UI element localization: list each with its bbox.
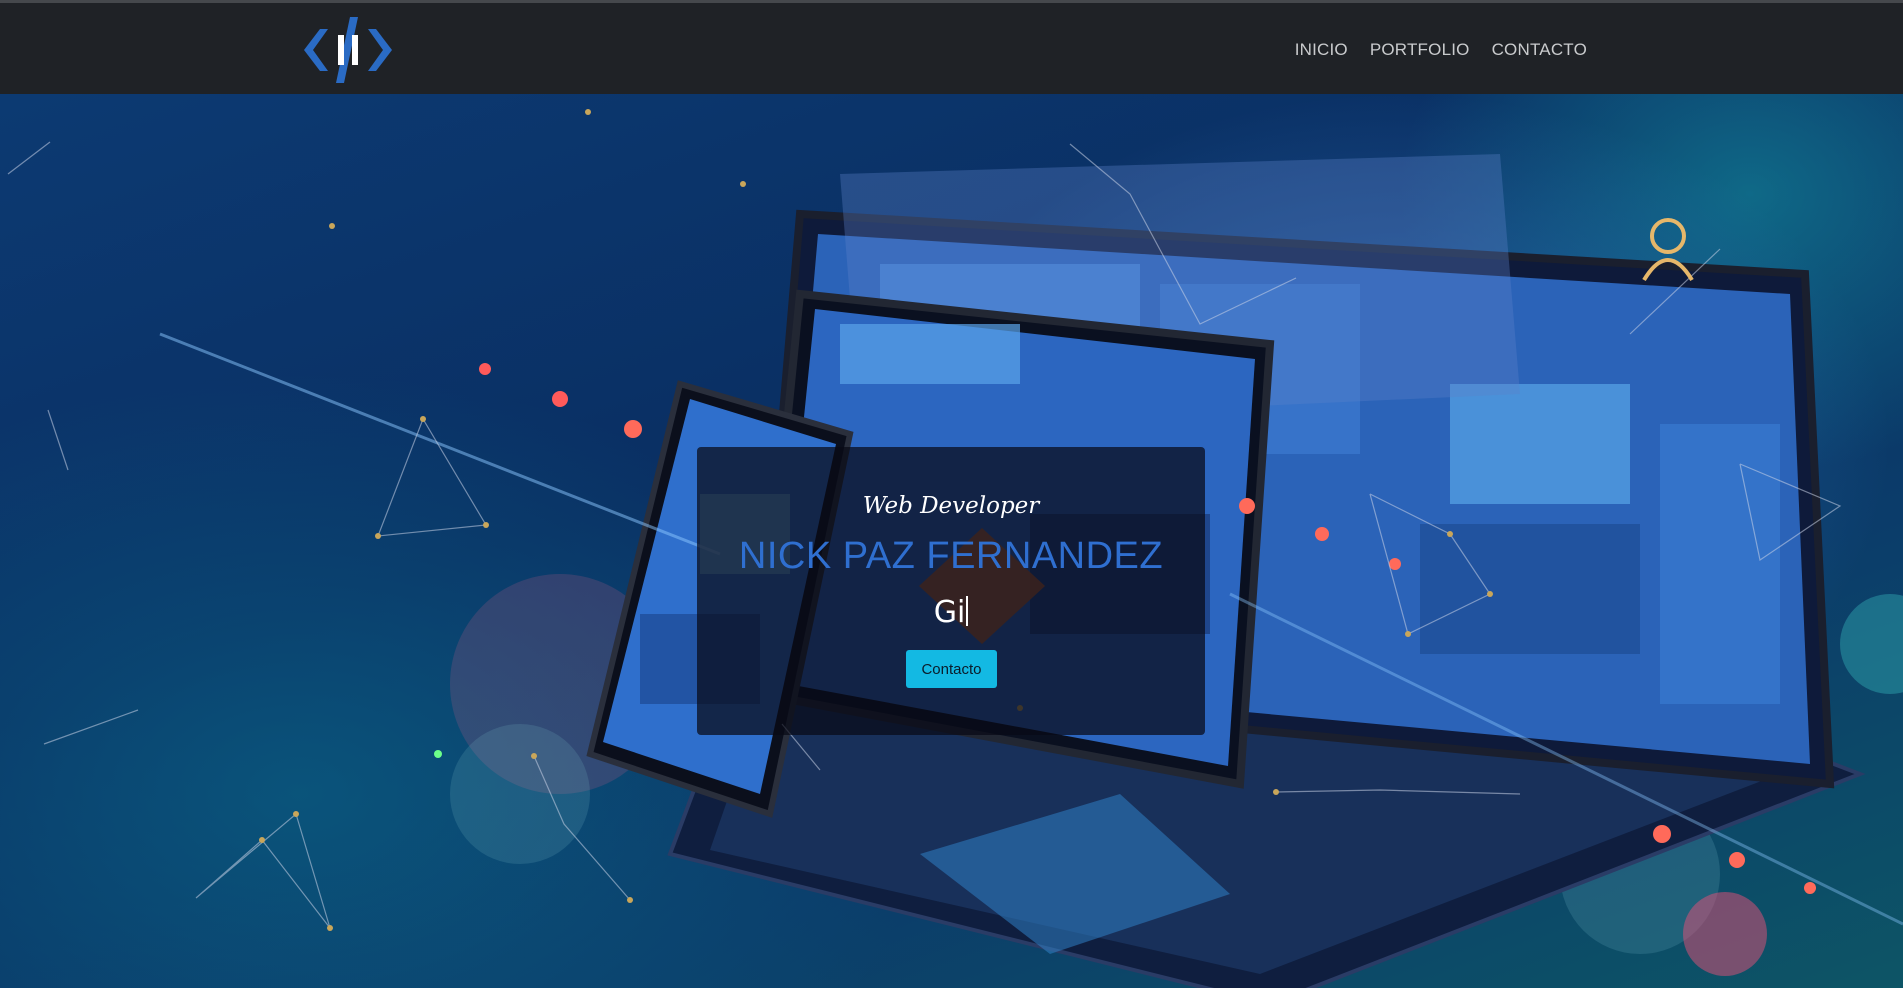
nav-link-contacto[interactable]: CONTACTO bbox=[1492, 40, 1587, 60]
hero-card: Web Developer NICK PAZ FERNANDEZ Gi Cont… bbox=[697, 447, 1205, 735]
nav-links: INICIO PORTFOLIO CONTACTO bbox=[1295, 40, 1587, 60]
hero-section: Web Developer NICK PAZ FERNANDEZ Gi Cont… bbox=[0, 94, 1903, 988]
navbar: INICIO PORTFOLIO CONTACTO bbox=[0, 0, 1903, 94]
typed-text-value: Gi bbox=[933, 595, 966, 630]
nav-link-portfolio[interactable]: PORTFOLIO bbox=[1370, 40, 1470, 60]
hero-name: NICK PAZ FERNANDEZ bbox=[738, 535, 1164, 577]
nav-link-inicio[interactable]: INICIO bbox=[1295, 40, 1348, 60]
contacto-button[interactable]: Contacto bbox=[906, 650, 997, 688]
code-logo-icon[interactable] bbox=[300, 17, 396, 83]
hero-subtitle: Web Developer bbox=[862, 493, 1040, 519]
typing-cursor bbox=[966, 596, 969, 626]
hero-typed-text: Gi bbox=[697, 595, 1205, 630]
